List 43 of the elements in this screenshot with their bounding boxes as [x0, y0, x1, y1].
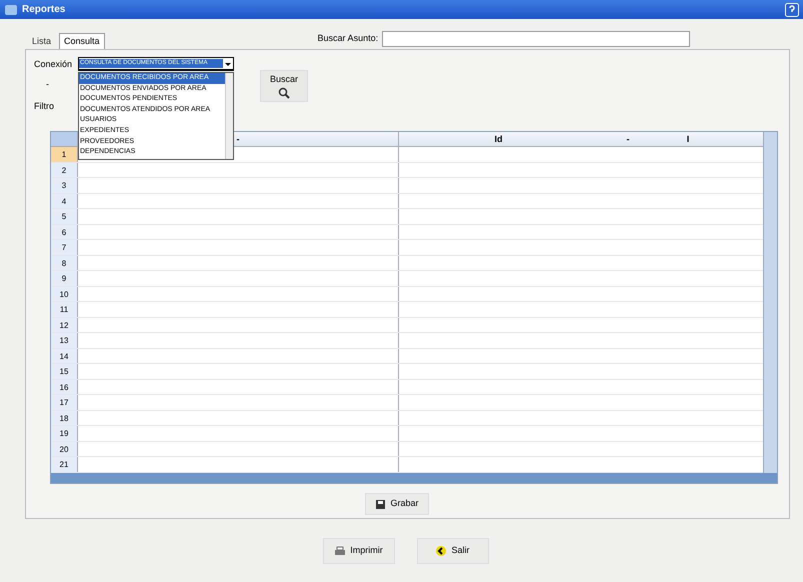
tab[interactable]: Lista [28, 35, 56, 49]
row-header[interactable]: 10 [51, 286, 78, 301]
row-header[interactable]: 15 [51, 364, 78, 378]
row-header[interactable]: 18 [51, 410, 78, 425]
vertical-scrollbar[interactable] [763, 132, 777, 473]
row-header[interactable]: 19 [51, 426, 78, 440]
search-label: Buscar Asunto: [318, 32, 378, 46]
row-header[interactable]: 17 [51, 395, 78, 410]
row-header[interactable]: 14 [51, 348, 78, 363]
row-header[interactable]: 11 [51, 302, 78, 316]
row-header[interactable]: 12 [51, 318, 78, 332]
row-header[interactable]: 2 [51, 162, 78, 177]
app-icon [4, 4, 18, 16]
column-header[interactable]: I [658, 132, 718, 146]
window-title: Reportes [22, 3, 66, 17]
horizontal-scrollbar[interactable] [51, 473, 777, 483]
row-header[interactable]: 9 [51, 271, 78, 286]
row-header[interactable]: 8 [51, 256, 78, 270]
row-header[interactable]: 6 [51, 224, 78, 239]
field-label: Filtro [34, 100, 54, 113]
row-header[interactable]: 21 [51, 457, 78, 472]
field-label: - [46, 78, 49, 91]
row-header[interactable]: 13 [51, 333, 78, 348]
column-header[interactable]: - [598, 132, 658, 146]
search-field[interactable] [382, 31, 690, 47]
row-header[interactable]: 5 [51, 209, 78, 224]
save-button[interactable]: Grabar [365, 493, 429, 515]
print-button[interactable]: Imprimir [322, 538, 394, 564]
exit-icon [435, 545, 448, 557]
combo-label: Conexión [34, 58, 72, 71]
exit-button[interactable]: Salir [416, 538, 488, 564]
row-header[interactable]: 16 [51, 380, 78, 394]
magnifier-icon [278, 86, 290, 99]
row-header[interactable]: 3 [51, 178, 78, 192]
row-header[interactable]: 1 [51, 147, 78, 162]
row-header[interactable]: 4 [51, 194, 78, 208]
column-header[interactable]: Id [398, 132, 598, 146]
help-icon[interactable] [785, 2, 799, 16]
printer-icon [334, 546, 346, 556]
row-header[interactable]: 20 [51, 442, 78, 456]
tab[interactable]: Consulta [59, 33, 105, 49]
search-button[interactable]: Buscar [260, 70, 308, 102]
row-header[interactable]: 7 [51, 240, 78, 254]
